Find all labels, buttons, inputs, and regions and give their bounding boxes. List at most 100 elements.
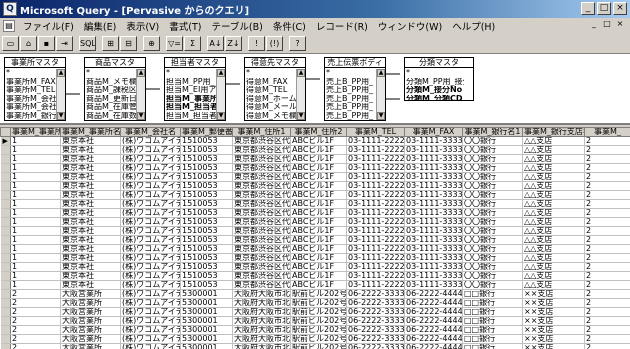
table-cell[interactable]: ABCビル1F — [290, 181, 347, 191]
table-cell[interactable]: 大阪営業所 — [60, 325, 121, 335]
table-cell[interactable]: 東京都渋谷区代々 — [232, 172, 291, 182]
table-cell[interactable]: ABCビル1F — [290, 172, 347, 182]
table-cell[interactable]: (株)ワコムアイティ — [120, 316, 181, 326]
help-button[interactable]: ? — [289, 35, 306, 51]
table-cell[interactable]: 5300001 — [180, 325, 233, 335]
sort-ascending-button[interactable]: A↓ — [207, 35, 224, 51]
column-header[interactable]: 事業M_事業所名 — [60, 127, 121, 137]
table-cell[interactable]: 1 — [10, 262, 61, 272]
close-button[interactable]: × — [613, 2, 627, 15]
table-cell[interactable]: 06-2222-3333 — [346, 343, 405, 349]
table-cell[interactable]: △△支店 — [522, 253, 585, 263]
table-cell[interactable]: 03-1111-3333 — [404, 199, 463, 209]
field-list-scrollbar[interactable]: ▲ ▼ — [376, 69, 385, 120]
table-row[interactable]: 1東京本社(株)ワコムアイティ1510053東京都渋谷区代々ABCビル1F03-… — [0, 145, 630, 155]
column-header[interactable]: 事業M_住所2 — [290, 127, 347, 137]
table-cell[interactable]: 2 — [584, 154, 630, 164]
column-header[interactable]: 事業M_ — [584, 127, 630, 137]
table-cell[interactable]: 東京都渋谷区代々 — [232, 163, 291, 173]
scroll-down-arrow-icon[interactable]: ▼ — [137, 112, 145, 120]
table-cell[interactable]: 03-1111-3333 — [404, 280, 463, 290]
table-cell[interactable]: 東京本社 — [60, 190, 121, 200]
table-cell[interactable]: 東京本社 — [60, 262, 121, 272]
table-cell[interactable]: 03-1111-3333 — [404, 172, 463, 182]
table-cell[interactable]: (株)ワコムアイティ — [120, 181, 181, 191]
table-box[interactable]: 売上伝票ボディ * 売上B_PP用_ 売上B_PP用_ 売上B_PP用_ 売上B_PP用_… — [324, 57, 386, 121]
table-cell[interactable]: ××支店 — [522, 343, 585, 349]
table-row[interactable]: 2大阪営業所(株)ワコムアイティ5300001大阪府大阪市北区駅前ビル202号0… — [0, 307, 630, 317]
field-item[interactable]: 担当M_担当者 — [165, 112, 216, 121]
table-cell[interactable]: (株)ワコムアイティ — [120, 154, 181, 164]
row-selector[interactable] — [0, 226, 11, 236]
row-selector[interactable] — [0, 316, 11, 326]
table-cell[interactable]: 2 — [584, 181, 630, 191]
table-cell[interactable]: 東京本社 — [60, 235, 121, 245]
field-item[interactable]: * — [325, 69, 376, 78]
table-cell[interactable]: 東京本社 — [60, 253, 121, 263]
table-cell[interactable]: ××支店 — [522, 334, 585, 344]
table-cell[interactable]: 06-2222-4444 — [404, 334, 463, 344]
table-cell[interactable]: 東京都渋谷区代々 — [232, 226, 291, 236]
table-cell[interactable]: 1 — [10, 154, 61, 164]
table-cell[interactable]: 〇〇銀行 — [462, 190, 523, 200]
table-cell[interactable]: ABCビル1F — [290, 145, 347, 155]
menu-edit[interactable]: 編集(E) — [79, 19, 121, 33]
table-cell[interactable]: 東京本社 — [60, 244, 121, 254]
msquery-app-icon[interactable]: Q — [3, 2, 17, 16]
table-cell[interactable]: 大阪営業所 — [60, 316, 121, 326]
field-item[interactable]: 商品M_在庫数 — [85, 112, 136, 121]
table-row[interactable]: 1東京本社(株)ワコムアイティ1510053東京都渋谷区代々ABCビル1F03-… — [0, 271, 630, 281]
menu-help[interactable]: ヘルプ(H) — [447, 19, 500, 33]
table-row[interactable]: 1東京本社(株)ワコムアイティ1510053東京都渋谷区代々ABCビル1F03-… — [0, 190, 630, 200]
table-row[interactable]: 1東京本社(株)ワコムアイティ1510053東京都渋谷区代々ABCビル1F03-… — [0, 226, 630, 236]
table-cell[interactable]: 東京本社 — [60, 172, 121, 182]
table-row[interactable]: 1東京本社(株)ワコムアイティ1510053東京都渋谷区代々ABCビル1F03-… — [0, 199, 630, 209]
table-cell[interactable]: 2 — [584, 244, 630, 254]
table-cell[interactable]: 東京都渋谷区代々 — [232, 271, 291, 281]
table-cell[interactable]: 1510053 — [180, 262, 233, 272]
table-cell[interactable]: 〇〇銀行 — [462, 181, 523, 191]
table-cell[interactable]: 06-2222-3333 — [346, 298, 405, 308]
table-cell[interactable]: ××支店 — [522, 298, 585, 308]
table-cell[interactable]: 2 — [10, 298, 61, 308]
table-cell[interactable]: 2 — [584, 298, 630, 308]
table-cell[interactable]: (株)ワコムアイティ — [120, 262, 181, 272]
table-cell[interactable]: 03-1111-2222 — [346, 226, 405, 236]
row-selector[interactable] — [0, 199, 11, 209]
field-item[interactable]: 売上B_PP用_ — [325, 78, 376, 87]
row-selector[interactable] — [0, 325, 11, 335]
field-list-scrollbar[interactable]: ▲ ▼ — [56, 69, 65, 120]
table-cell[interactable]: 1 — [10, 172, 61, 182]
table-cell[interactable]: 2 — [584, 343, 630, 349]
column-header[interactable]: 事業M_会社名 — [120, 127, 181, 137]
table-cell[interactable]: □□銀行 — [462, 316, 523, 326]
table-cell[interactable]: □□銀行 — [462, 334, 523, 344]
row-selector[interactable] — [0, 163, 11, 173]
return-data-button[interactable]: ⇥ — [56, 35, 73, 51]
table-cell[interactable]: 2 — [584, 307, 630, 317]
table-cell[interactable]: ABCビル1F — [290, 199, 347, 209]
table-cell[interactable]: 03-1111-3333 — [404, 190, 463, 200]
auto-query-button[interactable]: (!) — [266, 35, 283, 51]
table-cell[interactable]: 03-1111-2222 — [346, 163, 405, 173]
table-cell[interactable]: △△支店 — [522, 163, 585, 173]
table-cell[interactable]: 06-2222-3333 — [346, 316, 405, 326]
save-query-button[interactable]: ▪ — [38, 35, 55, 51]
table-cell[interactable]: 2 — [584, 253, 630, 263]
table-cell[interactable]: △△支店 — [522, 280, 585, 290]
table-cell[interactable]: ABCビル1F — [290, 262, 347, 272]
table-row[interactable]: 1東京本社(株)ワコムアイティ1510053東京都渋谷区代々ABCビル1F03-… — [0, 154, 630, 164]
field-item[interactable]: * — [165, 69, 216, 78]
table-cell[interactable]: 駅前ビル202号 — [290, 325, 347, 335]
table-cell[interactable]: 2 — [584, 136, 630, 146]
table-cell[interactable]: 〇〇銀行 — [462, 226, 523, 236]
table-cell[interactable]: 06-2222-4444 — [404, 307, 463, 317]
field-item[interactable]: * — [245, 69, 296, 78]
table-cell[interactable]: 大阪府大阪市北区 — [232, 325, 291, 335]
field-item[interactable]: 分類M_接分No — [405, 86, 464, 95]
table-cell[interactable]: △△支店 — [522, 190, 585, 200]
table-cell[interactable]: 駅前ビル202号 — [290, 298, 347, 308]
field-item[interactable]: 事業所M_銀行名 — [5, 112, 56, 121]
add-tables-button[interactable]: ⊕ — [143, 35, 160, 51]
table-cell[interactable]: 東京都渋谷区代々 — [232, 136, 291, 146]
